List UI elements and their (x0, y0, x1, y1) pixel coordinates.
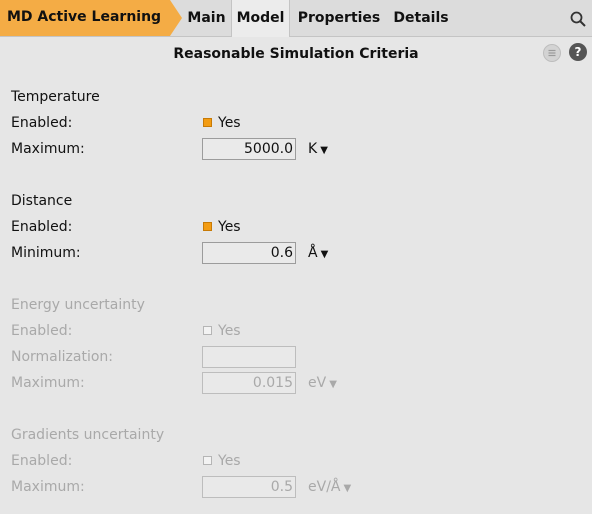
energy-normalization-label: Normalization: (11, 349, 114, 365)
distance-enabled-label: Enabled: (11, 219, 73, 235)
gradients-maximum-label: Maximum: (11, 479, 85, 495)
chevron-down-icon: ▼ (329, 379, 337, 390)
gradients-enabled-label: Enabled: (11, 453, 73, 469)
tab-main-label: Main (187, 10, 226, 26)
gradients-enabled-checkbox[interactable] (203, 456, 212, 465)
temperature-maximum-input[interactable]: 5000.0 (202, 138, 296, 160)
help-icon[interactable]: ? (569, 43, 587, 61)
energy-maximum-input[interactable]: 0.015 (202, 372, 296, 394)
tab-model[interactable]: Model (231, 0, 290, 37)
temperature-enabled-value[interactable]: Yes (218, 115, 241, 131)
energy-enabled-value[interactable]: Yes (218, 323, 241, 339)
section-heading-energy-uncertainty: Energy uncertainty (11, 297, 145, 313)
distance-minimum-label: Minimum: (11, 245, 81, 261)
breadcrumb-label: MD Active Learning (7, 9, 162, 25)
tab-properties-label: Properties (297, 10, 381, 26)
energy-unit-label: eV (308, 375, 327, 391)
gradients-unit-label: eV/Å (308, 479, 341, 495)
distance-unit-label: Å (308, 245, 318, 261)
gradients-enabled-value[interactable]: Yes (218, 453, 241, 469)
panel-title: Reasonable Simulation Criteria (173, 46, 419, 62)
chevron-down-icon: ▼ (343, 483, 352, 494)
section-heading-distance: Distance (11, 193, 73, 209)
chevron-down-icon: ▼ (320, 249, 329, 260)
tab-model-label: Model (236, 10, 285, 26)
distance-enabled-checkbox[interactable] (203, 222, 212, 231)
energy-unit-select[interactable]: eV ▼ (308, 375, 337, 391)
section-heading-temperature: Temperature (11, 89, 100, 105)
breadcrumb-md-active-learning[interactable]: MD Active Learning (0, 0, 182, 36)
temperature-enabled-label: Enabled: (11, 115, 73, 131)
temperature-enabled-checkbox[interactable] (203, 118, 212, 127)
tab-details-label: Details (393, 10, 449, 26)
energy-normalization-input[interactable] (202, 346, 296, 368)
temperature-unit-label: K (308, 141, 318, 157)
tab-details[interactable]: Details (388, 0, 454, 36)
section-heading-gradients-uncertainty: Gradients uncertainty (11, 427, 165, 443)
search-icon[interactable] (569, 10, 587, 28)
distance-minimum-input[interactable]: 0.6 (202, 242, 296, 264)
distance-unit-select[interactable]: Å ▼ (308, 245, 328, 261)
tab-properties[interactable]: Properties (292, 0, 386, 36)
gradients-unit-select[interactable]: eV/Å ▼ (308, 479, 351, 495)
chevron-down-icon: ▼ (320, 145, 328, 156)
distance-enabled-value[interactable]: Yes (218, 219, 241, 235)
menu-icon[interactable] (543, 44, 561, 62)
tab-main[interactable]: Main (183, 0, 230, 36)
energy-enabled-label: Enabled: (11, 323, 73, 339)
tab-bar: MD Active Learning Main Model Properties… (0, 0, 592, 37)
energy-enabled-checkbox[interactable] (203, 326, 212, 335)
temperature-unit-select[interactable]: K ▼ (308, 141, 328, 157)
energy-maximum-label: Maximum: (11, 375, 85, 391)
gradients-maximum-input[interactable]: 0.5 (202, 476, 296, 498)
temperature-maximum-label: Maximum: (11, 141, 85, 157)
